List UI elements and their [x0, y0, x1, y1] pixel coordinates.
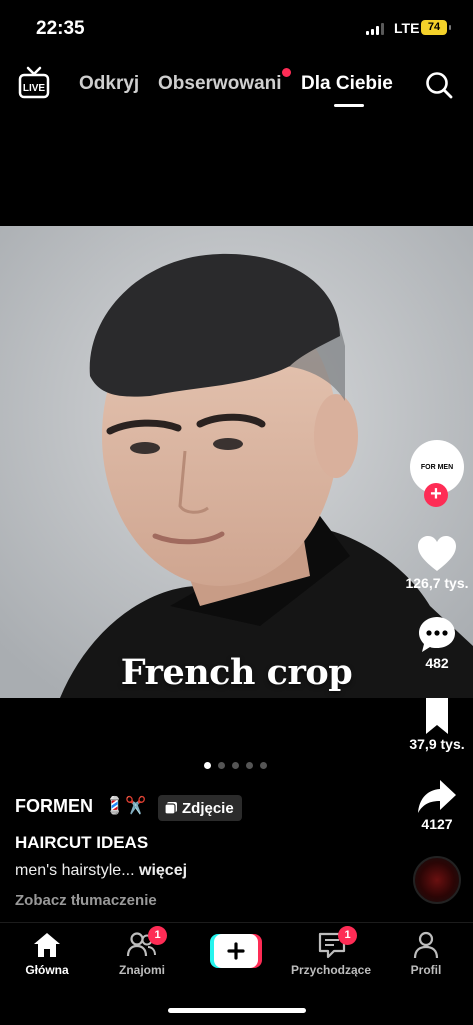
- nav-inbox-label[interactable]: Przychodzące: [276, 963, 386, 977]
- live-label: LIVE: [23, 83, 46, 94]
- battery-icon: 74: [421, 20, 451, 35]
- slide-indicator: [204, 762, 267, 769]
- comment-icon[interactable]: [416, 614, 458, 654]
- photo-type-badge: Zdjęcie: [158, 795, 242, 821]
- post-title: HAIRCUT IDEAS: [15, 833, 149, 852]
- heart-icon[interactable]: [416, 534, 458, 574]
- bookmark-icon[interactable]: [416, 696, 458, 736]
- status-time: 22:35: [36, 18, 85, 39]
- home-icon[interactable]: [32, 930, 62, 960]
- comments-count: 482: [425, 655, 449, 671]
- likes-count: 126,7 tys.: [405, 575, 469, 591]
- slide-dot: [204, 762, 211, 769]
- tab-odkryj[interactable]: Odkryj: [79, 73, 139, 95]
- slide-dot: [232, 762, 239, 769]
- photo-icon: [164, 802, 177, 815]
- slide-dot: [260, 762, 267, 769]
- tab-obserwowani[interactable]: Obserwowani: [158, 73, 282, 95]
- notification-dot: [282, 68, 291, 77]
- music-disc[interactable]: [413, 856, 461, 904]
- translate-link[interactable]: Zobacz tłumaczenie: [15, 892, 157, 909]
- network-label: LTE: [394, 20, 420, 36]
- inbox-badge: 1: [338, 926, 357, 945]
- tab-dla-ciebie[interactable]: Dla Ciebie: [301, 73, 393, 95]
- description-text: men's hairstyle...: [15, 862, 135, 879]
- follow-button[interactable]: +: [424, 483, 448, 507]
- more-link[interactable]: więcej: [139, 862, 187, 879]
- home-indicator: [168, 1008, 306, 1013]
- signal-icon: [366, 23, 384, 35]
- share-icon[interactable]: [416, 776, 458, 816]
- username[interactable]: FORMEN: [15, 796, 93, 817]
- username-emoji: 💈✂️: [104, 796, 147, 815]
- search-icon[interactable]: [424, 70, 454, 100]
- shares-count: 4127: [421, 816, 453, 832]
- portrait-image: [0, 226, 473, 698]
- post-description[interactable]: men's hairstyle... więcej: [15, 862, 187, 880]
- active-tab-indicator: [334, 104, 364, 107]
- profile-icon[interactable]: [411, 930, 441, 960]
- friends-badge: 1: [148, 926, 167, 945]
- photo-type-label: Zdjęcie: [182, 799, 234, 817]
- saves-count: 37,9 tys.: [409, 736, 465, 752]
- slide-dot: [246, 762, 253, 769]
- post-photo[interactable]: [0, 226, 473, 698]
- live-icon[interactable]: LIVE: [18, 66, 50, 100]
- nav-profile-label[interactable]: Profil: [371, 963, 473, 977]
- nav-friends-label[interactable]: Znajomi: [87, 963, 197, 977]
- slide-dot: [218, 762, 225, 769]
- create-button[interactable]: [210, 934, 262, 968]
